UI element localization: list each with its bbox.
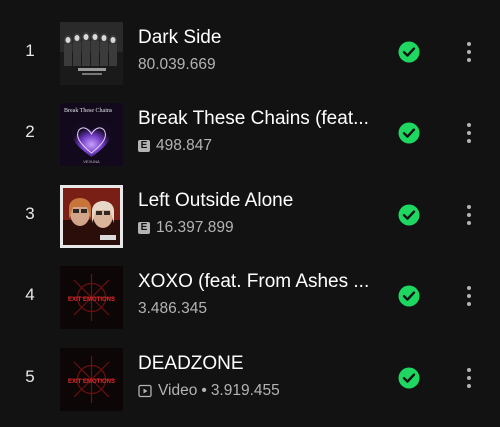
track-meta: 80.039.669 [138, 56, 216, 74]
track-number: 2 [25, 122, 35, 141]
album-cover: Break These Chains VEXUNA [60, 103, 123, 166]
more-vertical-icon[interactable] [460, 120, 478, 146]
track-meta: E 16.397.899 [138, 219, 234, 237]
track-number: 3 [25, 204, 35, 223]
track-number: 4 [25, 285, 35, 304]
play-count: 498.847 [156, 137, 213, 154]
track-meta: E 498.847 [138, 137, 212, 155]
track-meta: 3.486.345 [138, 300, 207, 318]
play-count: 3.919.455 [210, 382, 280, 399]
explicit-badge: E [138, 140, 150, 152]
track-title[interactable]: Left Outside Alone [138, 190, 383, 212]
album-cover: EXIT EMOTIONS [60, 348, 123, 411]
cover-text: EXIT EMOTIONS [68, 297, 115, 303]
cover-footer: VEXUNA [83, 159, 100, 164]
check-circle-icon[interactable] [398, 41, 420, 63]
track-row[interactable]: 2 Break These Chains VEXUNA Break These … [0, 100, 500, 166]
track-title[interactable]: Break These Chains (feat... [138, 108, 383, 130]
track-title[interactable]: Dark Side [138, 27, 383, 49]
track-number: 5 [25, 367, 35, 386]
more-vertical-icon[interactable] [460, 39, 478, 65]
more-vertical-icon[interactable] [460, 283, 478, 309]
check-circle-icon[interactable] [398, 204, 420, 226]
track-title[interactable]: DEADZONE [138, 353, 383, 375]
play-count: 3.486.345 [138, 300, 207, 317]
cover-text: Break These Chains [64, 108, 113, 114]
track-title[interactable]: XOXO (feat. From Ashes ... [138, 271, 383, 293]
album-cover: EXIT EMOTIONS [60, 266, 123, 329]
play-count: 80.039.669 [138, 56, 216, 73]
check-circle-icon[interactable] [398, 122, 420, 144]
check-circle-icon[interactable] [398, 367, 420, 389]
track-row[interactable]: 4 EXIT EMOTIONS XOXO (feat. From Ashes .… [0, 263, 500, 329]
play-count: 16.397.899 [156, 219, 234, 236]
track-row[interactable]: 5 EXIT EMOTIONS DEADZONE Video • 3.919.4… [0, 345, 500, 411]
album-cover [60, 185, 123, 248]
meta-separator: • [201, 382, 207, 399]
media-type-label: Video [158, 382, 198, 399]
track-number: 1 [25, 41, 35, 60]
track-list: 1 Dark Side 80.039.669 2 Break These Cha… [0, 0, 500, 427]
more-vertical-icon[interactable] [460, 202, 478, 228]
video-play-icon [138, 384, 152, 398]
explicit-badge: E [138, 222, 150, 234]
track-meta: Video • 3.919.455 [138, 382, 280, 400]
check-circle-icon[interactable] [398, 285, 420, 307]
track-row[interactable]: 3 Left Outside Alone E 16.397.899 [0, 182, 500, 248]
cover-text: EXIT EMOTIONS [68, 379, 115, 385]
more-vertical-icon[interactable] [460, 365, 478, 391]
album-cover [60, 22, 123, 85]
track-row[interactable]: 1 Dark Side 80.039.669 [0, 19, 500, 85]
